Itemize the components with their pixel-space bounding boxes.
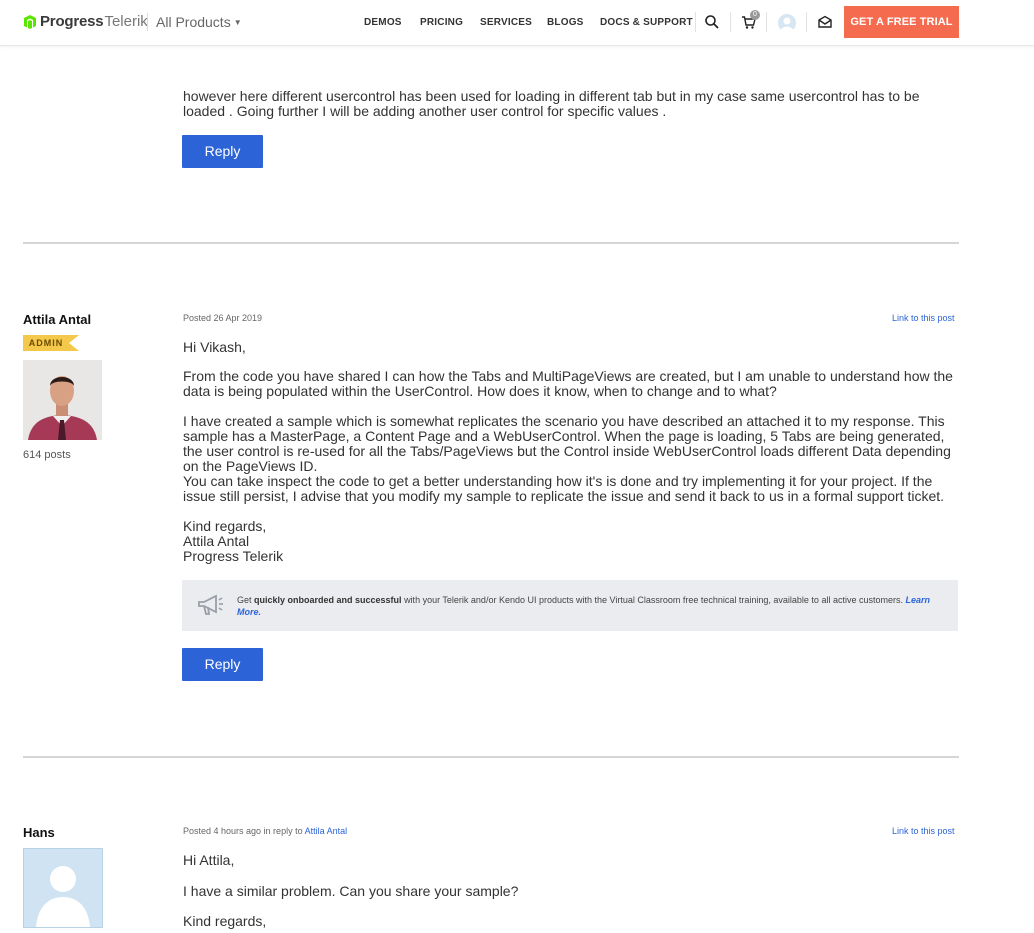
post-paragraph: I have a similar problem. Can you share …	[183, 883, 519, 899]
author-name[interactable]: Attila Antal	[23, 312, 91, 327]
post-divider	[23, 242, 959, 244]
user-avatar-icon[interactable]	[778, 14, 796, 32]
post-greeting: Hi Attila,	[183, 852, 235, 868]
post-meta: Posted 4 hours ago in reply to Attila An…	[183, 826, 347, 836]
nav-demos[interactable]: DEMOS	[364, 17, 402, 28]
badge-tail	[69, 335, 79, 351]
link-to-post[interactable]: Link to this post	[892, 313, 955, 323]
post-paragraph: You can take inspect the code to get a b…	[183, 473, 945, 504]
all-products-menu[interactable]: All Products ▼	[156, 14, 242, 30]
virtual-classroom-promo: Get quickly onboarded and successful wit…	[182, 580, 958, 631]
post-signature-line: Progress Telerik	[183, 548, 284, 564]
search-icon[interactable]	[704, 14, 722, 32]
header-divider	[147, 13, 148, 31]
post-greeting: Hi Vikash,	[183, 339, 246, 355]
logo-progress-text: Progress	[40, 13, 104, 30]
author-name[interactable]: Hans	[23, 825, 55, 840]
progress-logo-icon	[23, 14, 37, 29]
post-paragraph: I have created a sample which is somewha…	[183, 413, 951, 474]
link-to-post[interactable]: Link to this post	[892, 826, 955, 836]
all-products-label: All Products	[156, 14, 231, 30]
free-trial-button[interactable]: GET A FREE TRIAL	[844, 6, 959, 38]
post-signature-line: Kind regards,	[183, 518, 267, 534]
nav-separator	[730, 12, 731, 32]
post-meta: Posted 26 Apr 2019	[183, 313, 263, 323]
post-divider	[23, 756, 959, 758]
nav-services[interactable]: SERVICES	[480, 17, 532, 28]
post-body-text: however here different usercontrol has b…	[183, 88, 920, 119]
promo-text-mid: with your Telerik and/or Kendo UI produc…	[401, 595, 906, 605]
promo-text-bold: quickly onboarded and successful	[254, 595, 402, 605]
posts-count: 614 posts	[23, 449, 71, 461]
post-paragraph: From the code you have shared I can how …	[183, 368, 953, 399]
reply-button[interactable]: Reply	[182, 648, 263, 681]
admin-badge: ADMIN	[23, 335, 79, 351]
nav-separator	[766, 12, 767, 32]
promo-text-pre: Get	[237, 595, 255, 605]
megaphone-icon	[196, 594, 224, 621]
nav-pricing[interactable]: PRICING	[420, 17, 463, 28]
reply-button[interactable]: Reply	[182, 135, 263, 168]
caret-down-icon: ▼	[233, 18, 242, 27]
default-avatar-icon[interactable]	[23, 848, 103, 928]
post-signature-line: Attila Antal	[183, 533, 250, 549]
nav-separator	[806, 12, 807, 32]
progress-telerik-logo[interactable]: Progress Telerik	[23, 13, 148, 30]
reply-to-author-link[interactable]: Attila Antal	[305, 826, 348, 836]
site-header: Progress Telerik All Products ▼ DEMOS PRI…	[0, 0, 1034, 46]
cart-count-badge: 0	[750, 10, 760, 20]
post-meta-text: Posted 4 hours ago in reply to	[183, 826, 305, 836]
promo-text: Get quickly onboarded and successful wit…	[237, 594, 937, 618]
nav-separator	[695, 12, 696, 32]
logo-telerik-text: Telerik	[104, 13, 148, 30]
envelope-icon[interactable]	[817, 14, 835, 32]
cart-icon[interactable]: 0	[741, 10, 760, 32]
nav-docs-support[interactable]: DOCS & SUPPORT	[600, 17, 693, 28]
admin-badge-label: ADMIN	[23, 335, 69, 351]
nav-blogs[interactable]: BLOGS	[547, 17, 584, 28]
author-avatar[interactable]	[23, 360, 102, 440]
post-signature-line: Kind regards,	[183, 913, 267, 929]
